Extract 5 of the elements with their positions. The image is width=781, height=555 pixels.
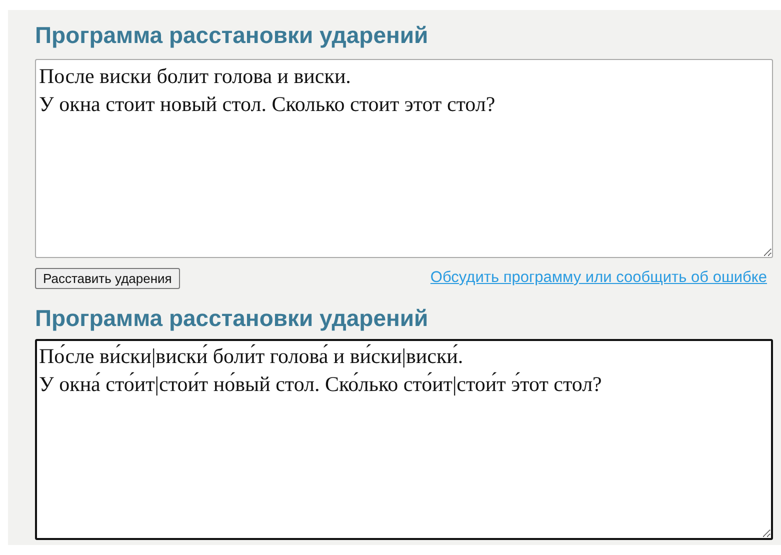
text-area[interactable]: По́сле ви́ски|виски́ боли́т голова́ и ви́ски|виски́. У окна́ сто́ит|стои́т но́вый стол. Ско́лько сто́ит|стои́т э́тот стол? bbox=[35, 339, 773, 540]
section-heading: Программа расстановки ударений bbox=[35, 304, 430, 333]
stress-button[interactable]: Расставить ударения bbox=[35, 268, 180, 288]
text-area[interactable]: После виски болит голова и виски. У окна стоит новый стол. Сколько стоит этот стол? bbox=[35, 59, 773, 258]
section-heading: Программа расстановки ударений bbox=[35, 21, 430, 50]
